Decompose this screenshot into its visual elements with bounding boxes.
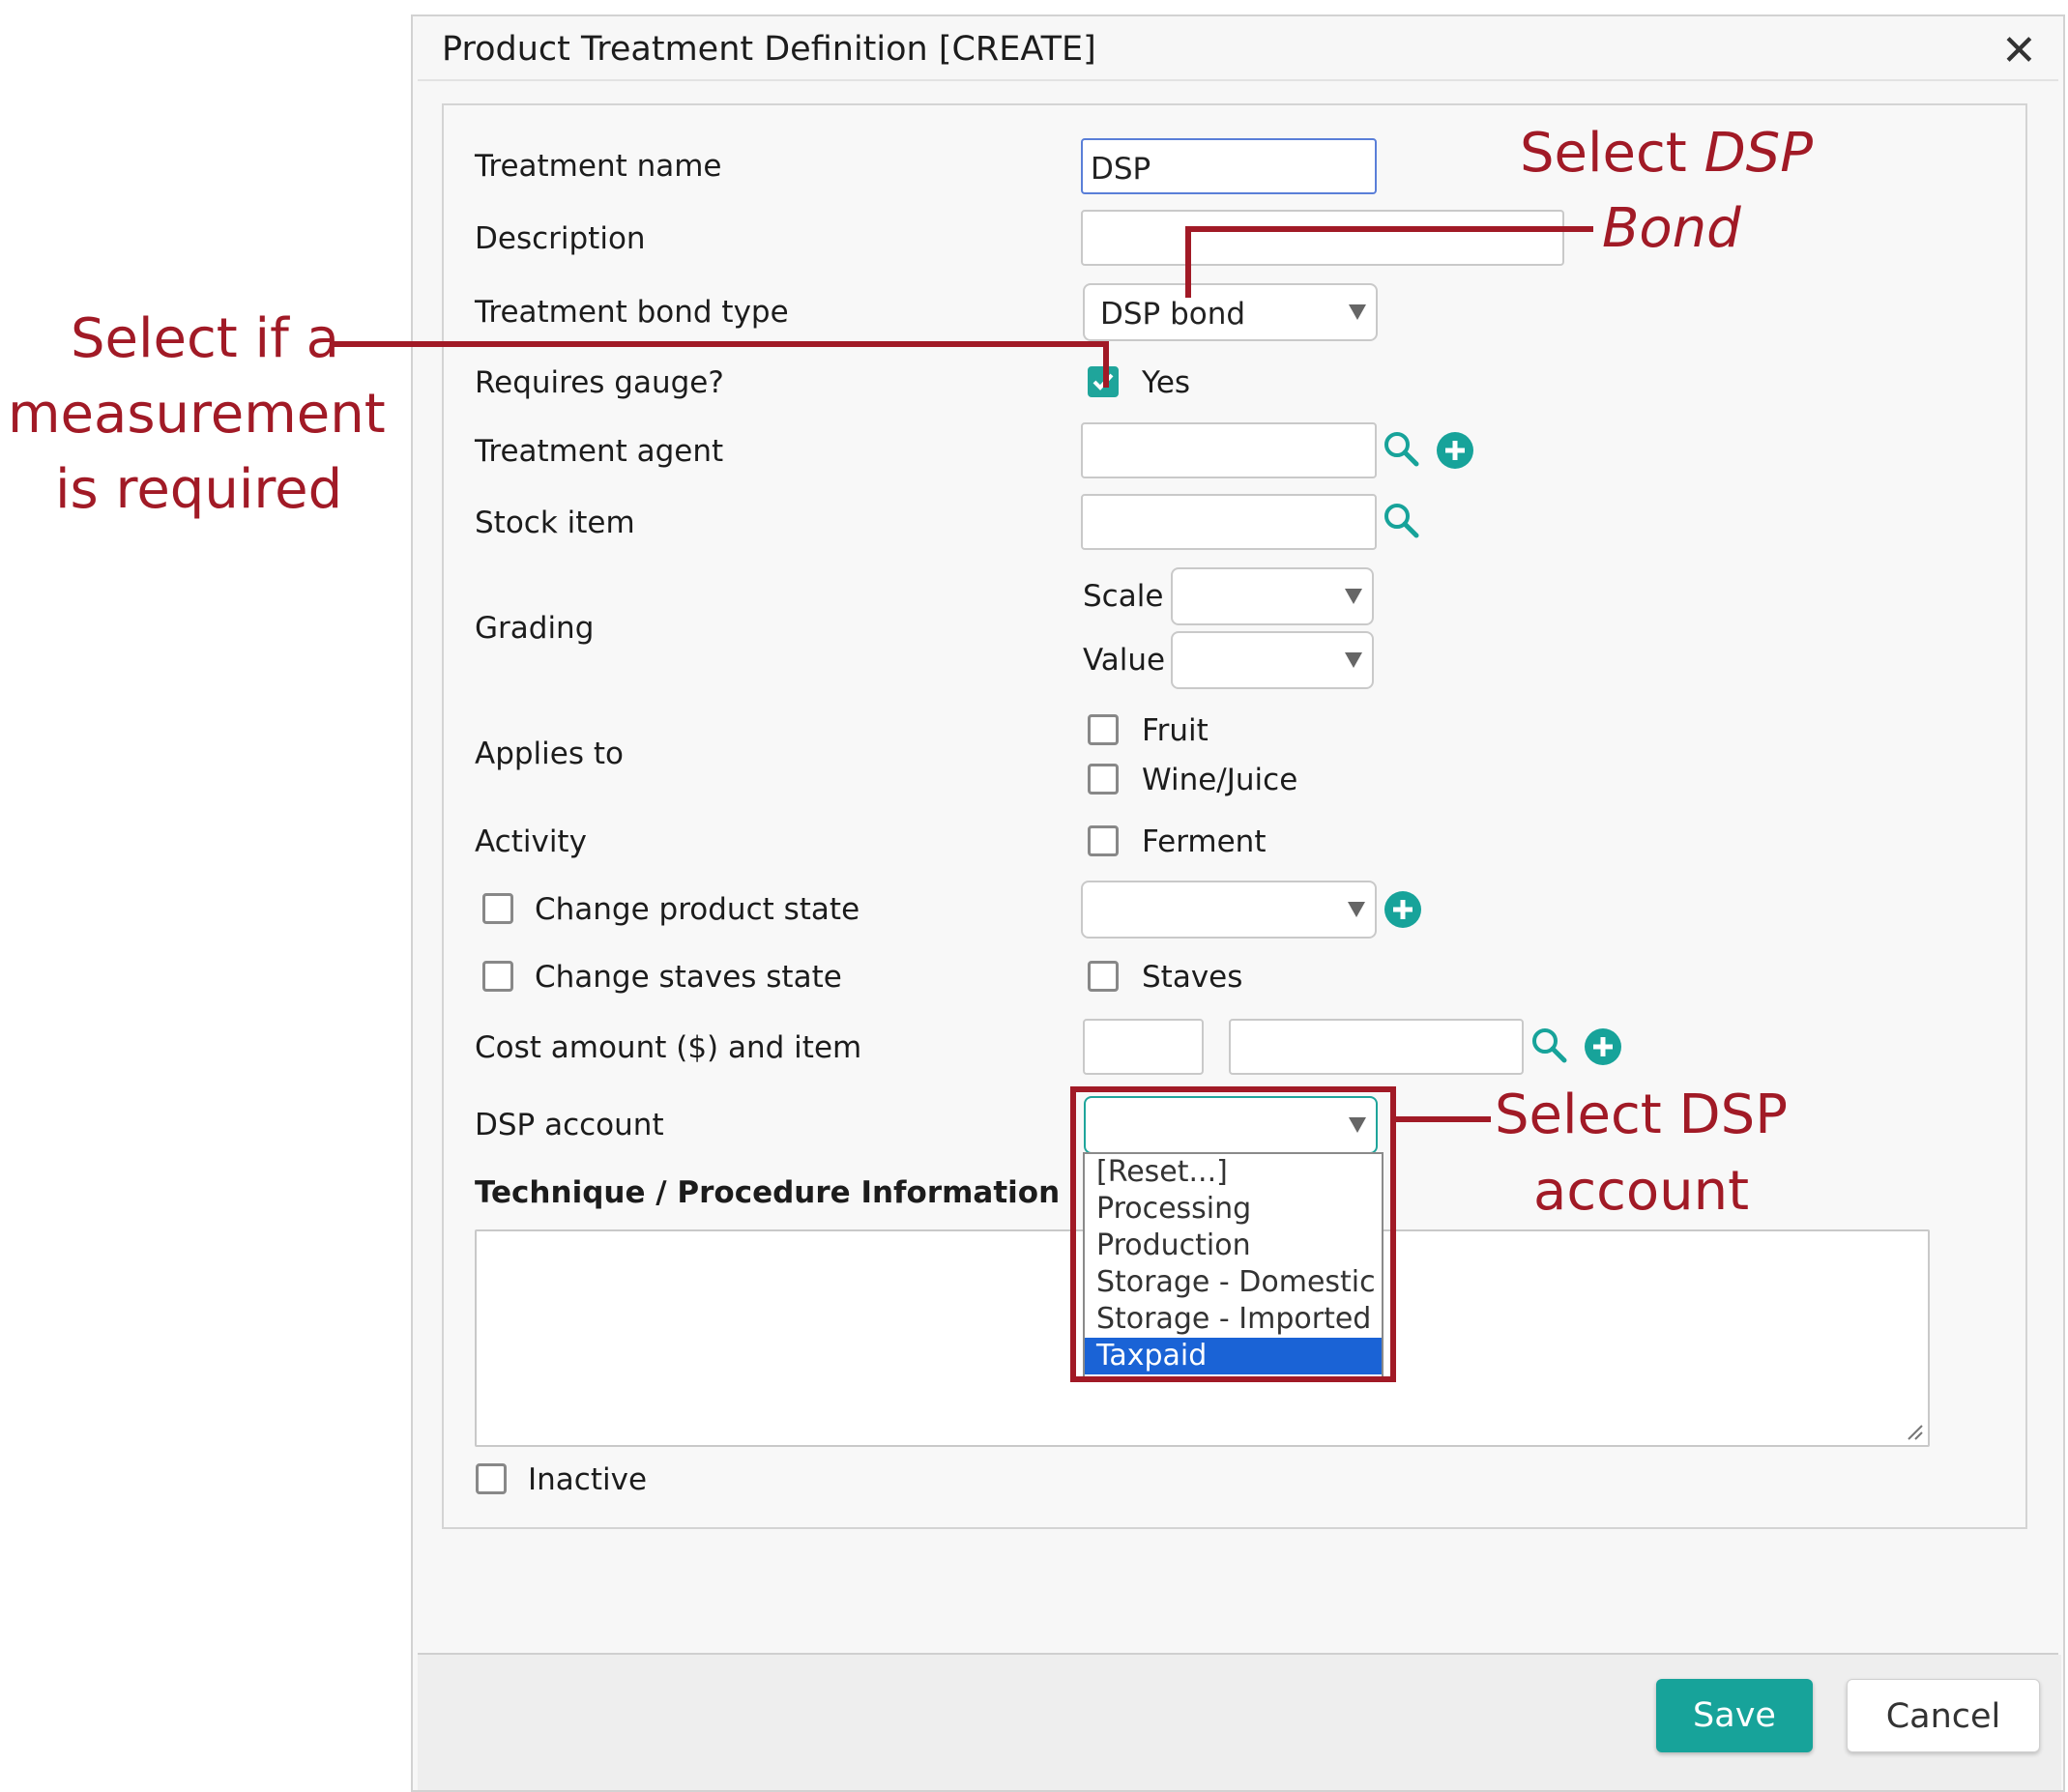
bond-type-select[interactable]: DSP bond (1083, 283, 1378, 341)
annotation-account-line1: Select DSP (1495, 1084, 1788, 1146)
grading-scale-select[interactable] (1171, 567, 1374, 625)
dialog-footer (418, 1655, 2061, 1790)
annotation-connector (1185, 226, 1191, 298)
dsp-account-label: DSP account (475, 1108, 664, 1142)
search-icon[interactable] (1383, 502, 1421, 540)
treatment-name-label: Treatment name (475, 149, 722, 184)
change-product-state-label: Change product state (535, 892, 860, 927)
treatment-agent-label: Treatment agent (475, 434, 724, 469)
annotation-gauge-line3: is required (55, 458, 343, 521)
cost-label: Cost amount ($) and item (475, 1030, 862, 1065)
stock-item-label: Stock item (475, 506, 635, 540)
cost-amount-input[interactable] (1083, 1019, 1204, 1075)
requires-gauge-option: Yes (1142, 365, 1191, 400)
search-icon[interactable] (1383, 430, 1421, 469)
grading-value-label: Value (1083, 643, 1166, 678)
chevron-down-icon (1345, 589, 1362, 604)
title-divider (418, 79, 2058, 81)
search-icon[interactable] (1530, 1026, 1569, 1065)
fruit-label: Fruit (1142, 713, 1209, 748)
inactive-checkbox[interactable] (476, 1463, 507, 1494)
wine-juice-label: Wine/Juice (1142, 763, 1298, 797)
grading-value-select[interactable] (1171, 631, 1374, 689)
add-icon[interactable] (1584, 1027, 1622, 1066)
bond-type-label: Treatment bond type (475, 295, 789, 330)
treatment-name-value: DSP (1091, 152, 1151, 187)
cost-item-input[interactable] (1229, 1019, 1524, 1075)
annotation-connector (334, 341, 1109, 347)
applies-to-label: Applies to (475, 737, 624, 771)
annotation-connector (1185, 226, 1593, 232)
annotation-connector (1103, 341, 1109, 388)
dialog-title: Product Treatment Definition [CREATE] (442, 30, 1096, 69)
technique-heading: Technique / Procedure Information (475, 1175, 1061, 1210)
change-staves-state-label: Change staves state (535, 960, 842, 995)
requires-gauge-label: Requires gauge? (475, 365, 724, 400)
close-icon[interactable]: ✕ (2001, 29, 2037, 73)
treatment-name-input[interactable]: DSP (1081, 138, 1377, 194)
add-icon[interactable] (1436, 431, 1474, 470)
chevron-down-icon (1349, 304, 1366, 320)
chevron-down-icon (1345, 652, 1362, 668)
fruit-checkbox[interactable] (1088, 714, 1119, 745)
chevron-down-icon (1348, 902, 1365, 917)
add-icon[interactable] (1384, 890, 1422, 929)
annotation-connector (1396, 1116, 1491, 1122)
stock-item-input[interactable] (1081, 494, 1377, 550)
treatment-agent-input[interactable] (1081, 422, 1377, 478)
description-input[interactable] (1081, 210, 1564, 266)
inactive-label: Inactive (528, 1462, 648, 1497)
cancel-button[interactable]: Cancel (1847, 1679, 2040, 1752)
annotation-account-line2: account (1533, 1160, 1750, 1223)
annotation-dsp-bond-line2: Bond (1602, 197, 1741, 260)
annotation-dsp-bond-line1: Select DSP (1520, 122, 1813, 185)
save-button[interactable]: Save (1656, 1679, 1813, 1752)
ferment-checkbox[interactable] (1088, 825, 1119, 856)
activity-label: Activity (475, 824, 587, 859)
product-state-select[interactable] (1081, 881, 1377, 939)
staves-checkbox[interactable] (1088, 961, 1119, 992)
staves-label: Staves (1142, 960, 1243, 995)
resize-handle-icon[interactable] (1905, 1422, 1924, 1441)
annotation-gauge-line2: measurement (8, 383, 386, 446)
description-label: Description (475, 221, 646, 256)
change-product-state-checkbox[interactable] (482, 893, 513, 924)
wine-juice-checkbox[interactable] (1088, 764, 1119, 795)
annotation-gauge-line1: Select if a (71, 307, 339, 370)
ferment-label: Ferment (1142, 824, 1267, 859)
change-staves-state-checkbox[interactable] (482, 961, 513, 992)
dsp-account-highlight-box (1070, 1086, 1396, 1382)
bond-type-value: DSP bond (1100, 297, 1246, 332)
grading-label: Grading (475, 611, 595, 646)
grading-scale-label: Scale (1083, 579, 1164, 614)
